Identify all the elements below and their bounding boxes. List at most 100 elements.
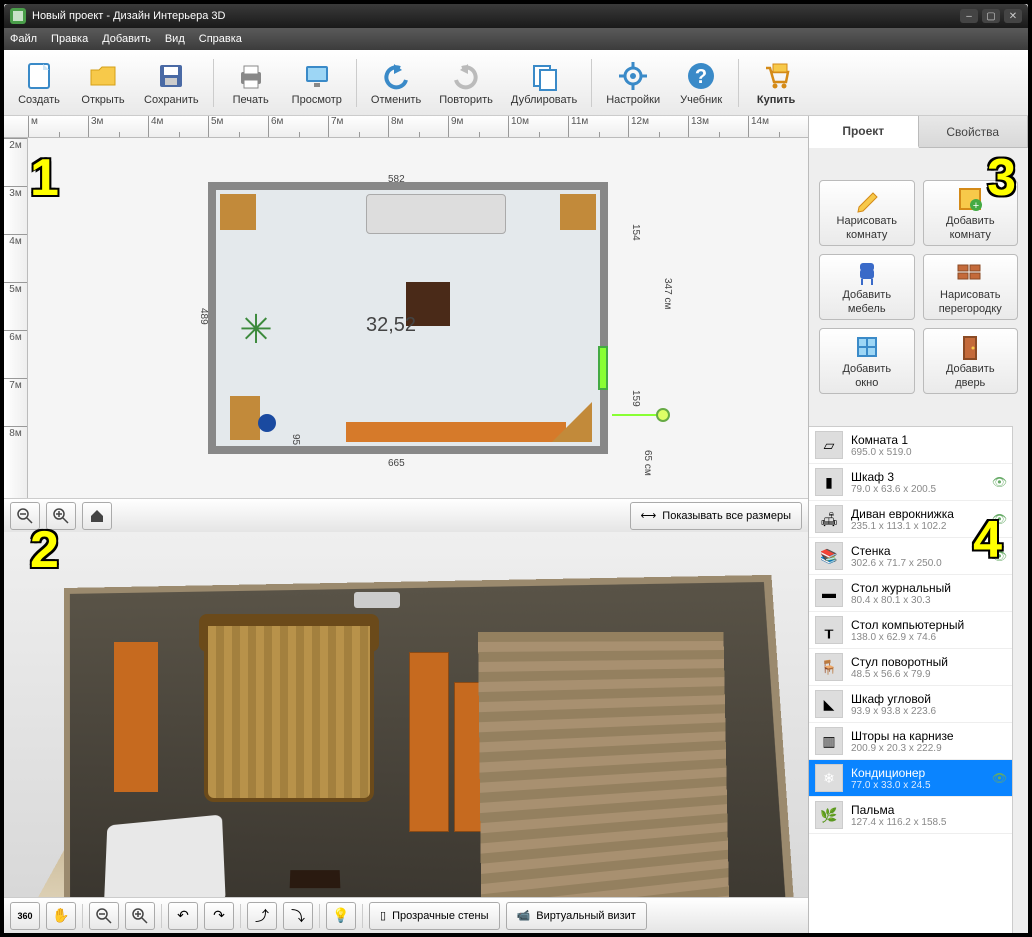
tilt-up-button[interactable]: ⤴ bbox=[247, 902, 277, 930]
pan-button[interactable]: ✋ bbox=[46, 902, 76, 930]
action-wall[interactable]: Нарисоватьперегородку bbox=[923, 254, 1019, 320]
toolbar-print[interactable]: Печать bbox=[224, 58, 278, 108]
toolbar-redo[interactable]: Повторить bbox=[435, 58, 497, 108]
curtains-3d bbox=[204, 622, 374, 802]
door-icon bbox=[956, 333, 984, 361]
item-thumbnail: ◣ bbox=[815, 690, 843, 718]
outer-wall-3d bbox=[478, 632, 730, 897]
action-chair[interactable]: Добавитьмебель bbox=[819, 254, 915, 320]
home-button[interactable] bbox=[82, 502, 112, 530]
furniture-wall-unit[interactable] bbox=[346, 422, 566, 442]
toolbar-gear[interactable]: Настройки bbox=[602, 58, 664, 108]
scene-row[interactable]: 🌿Пальма127.4 x 116.2 x 158.5 bbox=[809, 797, 1012, 834]
action-pencil[interactable]: Нарисоватькомнату bbox=[819, 180, 915, 246]
scene-row[interactable]: ❄Кондиционер77.0 x 33.0 x 24.5👁 bbox=[809, 760, 1012, 797]
folder-icon bbox=[87, 60, 119, 92]
right-tabs: Проект Свойства bbox=[809, 116, 1028, 148]
scene-row[interactable]: 🪑Стул поворотный48.5 x 56.6 x 79.9 bbox=[809, 649, 1012, 686]
cabinet-left-3d bbox=[114, 642, 158, 792]
visibility-icon[interactable]: 👁 bbox=[992, 771, 1006, 785]
undo-icon bbox=[380, 60, 412, 92]
toolbar-duplicate[interactable]: Дублировать bbox=[507, 58, 581, 108]
action-door[interactable]: Добавитьдверь bbox=[923, 328, 1019, 394]
scrollbar[interactable] bbox=[1012, 426, 1028, 933]
cart-icon bbox=[760, 60, 792, 92]
menu-edit[interactable]: Правка bbox=[51, 33, 88, 45]
transparent-walls-button[interactable]: ▯Прозрачные стены bbox=[369, 902, 500, 930]
item-thumbnail: 🛋 bbox=[815, 505, 843, 533]
rotate360-button[interactable]: 360 bbox=[10, 902, 40, 930]
furniture-plant[interactable]: ✳ bbox=[226, 300, 286, 360]
ruler-vertical: 2м3м4м5м6м7м8м bbox=[4, 138, 28, 498]
item-thumbnail: 🪑 bbox=[815, 653, 843, 681]
ac-3d bbox=[354, 592, 400, 608]
scene-row[interactable]: ▬Стол журнальный80.4 x 80.1 x 30.3 bbox=[809, 575, 1012, 612]
item-thumbnail: ▱ bbox=[815, 431, 843, 459]
light-button[interactable]: 💡 bbox=[326, 902, 356, 930]
toolbar: СоздатьОткрытьСохранить ПечатьПросмотр Отм… bbox=[4, 50, 1028, 116]
maximize-button[interactable]: ▢ bbox=[982, 9, 1000, 23]
monitor-icon bbox=[301, 60, 333, 92]
overlay-3: 3 bbox=[987, 148, 1016, 208]
menu-file[interactable]: Файл bbox=[10, 33, 37, 45]
selected-ac[interactable] bbox=[598, 346, 608, 390]
tab-project[interactable]: Проект bbox=[809, 116, 919, 148]
room-area: 32,52 bbox=[366, 314, 416, 337]
item-thumbnail: ▮ bbox=[815, 468, 843, 496]
action-window[interactable]: Добавитьокно bbox=[819, 328, 915, 394]
gear-icon bbox=[617, 60, 649, 92]
room-outline[interactable]: ✳ 32,52 bbox=[208, 182, 608, 454]
menu-add[interactable]: Добавить bbox=[102, 33, 151, 45]
tab-properties[interactable]: Свойства bbox=[919, 116, 1029, 147]
scene-row[interactable]: ▱Комната 1695.0 x 519.0 bbox=[809, 427, 1012, 464]
app-icon bbox=[10, 8, 26, 24]
overlay-4: 4 bbox=[973, 510, 1002, 570]
toolbar-help[interactable]: ?Учебник bbox=[674, 58, 728, 108]
rotate-left-button[interactable]: ↶ bbox=[168, 902, 198, 930]
menu-help[interactable]: Справка bbox=[199, 33, 242, 45]
save-icon bbox=[155, 60, 187, 92]
item-thumbnail: ▬ bbox=[815, 579, 843, 607]
chair-icon bbox=[853, 259, 881, 287]
scene-row[interactable]: ▥Шторы на карнизе200.9 x 20.3 x 222.9 bbox=[809, 723, 1012, 760]
ruler-icon: ⟷ bbox=[641, 509, 657, 522]
scene-row[interactable]: ▮Шкаф 379.0 x 63.6 x 200.5👁 bbox=[809, 464, 1012, 501]
scene-row[interactable]: ┰Стол компьютерный138.0 x 62.9 x 74.6 bbox=[809, 612, 1012, 649]
toolbar-folder[interactable]: Открыть bbox=[76, 58, 130, 108]
tilt-down-button[interactable]: ⤵ bbox=[283, 902, 313, 930]
selection-handle[interactable] bbox=[656, 408, 670, 422]
furniture-sofa-top[interactable] bbox=[366, 194, 506, 234]
3d-viewport[interactable] bbox=[4, 532, 808, 897]
toolbar-monitor[interactable]: Просмотр bbox=[288, 58, 346, 108]
floor-plan-canvas[interactable]: ✳ 32,52 582 154 347 см 159 65 см 665 489 bbox=[28, 138, 808, 498]
virtual-tour-button[interactable]: 📹Виртуальный визит bbox=[506, 902, 647, 930]
wall-icon bbox=[956, 259, 984, 287]
show-sizes-button[interactable]: ⟷Показывать все размеры bbox=[630, 502, 802, 530]
zoom-in-3d-button[interactable] bbox=[125, 902, 155, 930]
menu-view[interactable]: Вид bbox=[165, 33, 185, 45]
toolbar-file[interactable]: Создать bbox=[12, 58, 66, 108]
item-thumbnail: 🌿 bbox=[815, 801, 843, 829]
toolbar-save[interactable]: Сохранить bbox=[140, 58, 203, 108]
scene-label bbox=[809, 400, 1028, 426]
furniture-desk[interactable] bbox=[230, 396, 260, 440]
redo-icon bbox=[450, 60, 482, 92]
minimize-button[interactable]: – bbox=[960, 9, 978, 23]
toolbar-undo[interactable]: Отменить bbox=[367, 58, 425, 108]
add-room-icon: + bbox=[956, 185, 984, 213]
toolbar-cart[interactable]: Купить bbox=[749, 58, 803, 108]
furniture-cabinet2[interactable] bbox=[560, 194, 596, 230]
plan-controls: ⟷Показывать все размеры bbox=[4, 498, 808, 532]
item-thumbnail: 📚 bbox=[815, 542, 843, 570]
furniture-cabinet[interactable] bbox=[220, 194, 256, 230]
rotate-right-button[interactable]: ↷ bbox=[204, 902, 234, 930]
file-icon bbox=[23, 60, 55, 92]
menubar: Файл Правка Добавить Вид Справка bbox=[4, 28, 1028, 50]
titlebar: Новый проект - Дизайн Интерьера 3D – ▢ ✕ bbox=[4, 4, 1028, 28]
visibility-icon[interactable]: 👁 bbox=[992, 475, 1006, 489]
scene-row[interactable]: ◣Шкаф угловой93.9 x 93.8 x 223.6 bbox=[809, 686, 1012, 723]
furniture-chair[interactable] bbox=[258, 414, 276, 432]
zoom-out-3d-button[interactable] bbox=[89, 902, 119, 930]
close-button[interactable]: ✕ bbox=[1004, 9, 1022, 23]
window-icon bbox=[853, 333, 881, 361]
